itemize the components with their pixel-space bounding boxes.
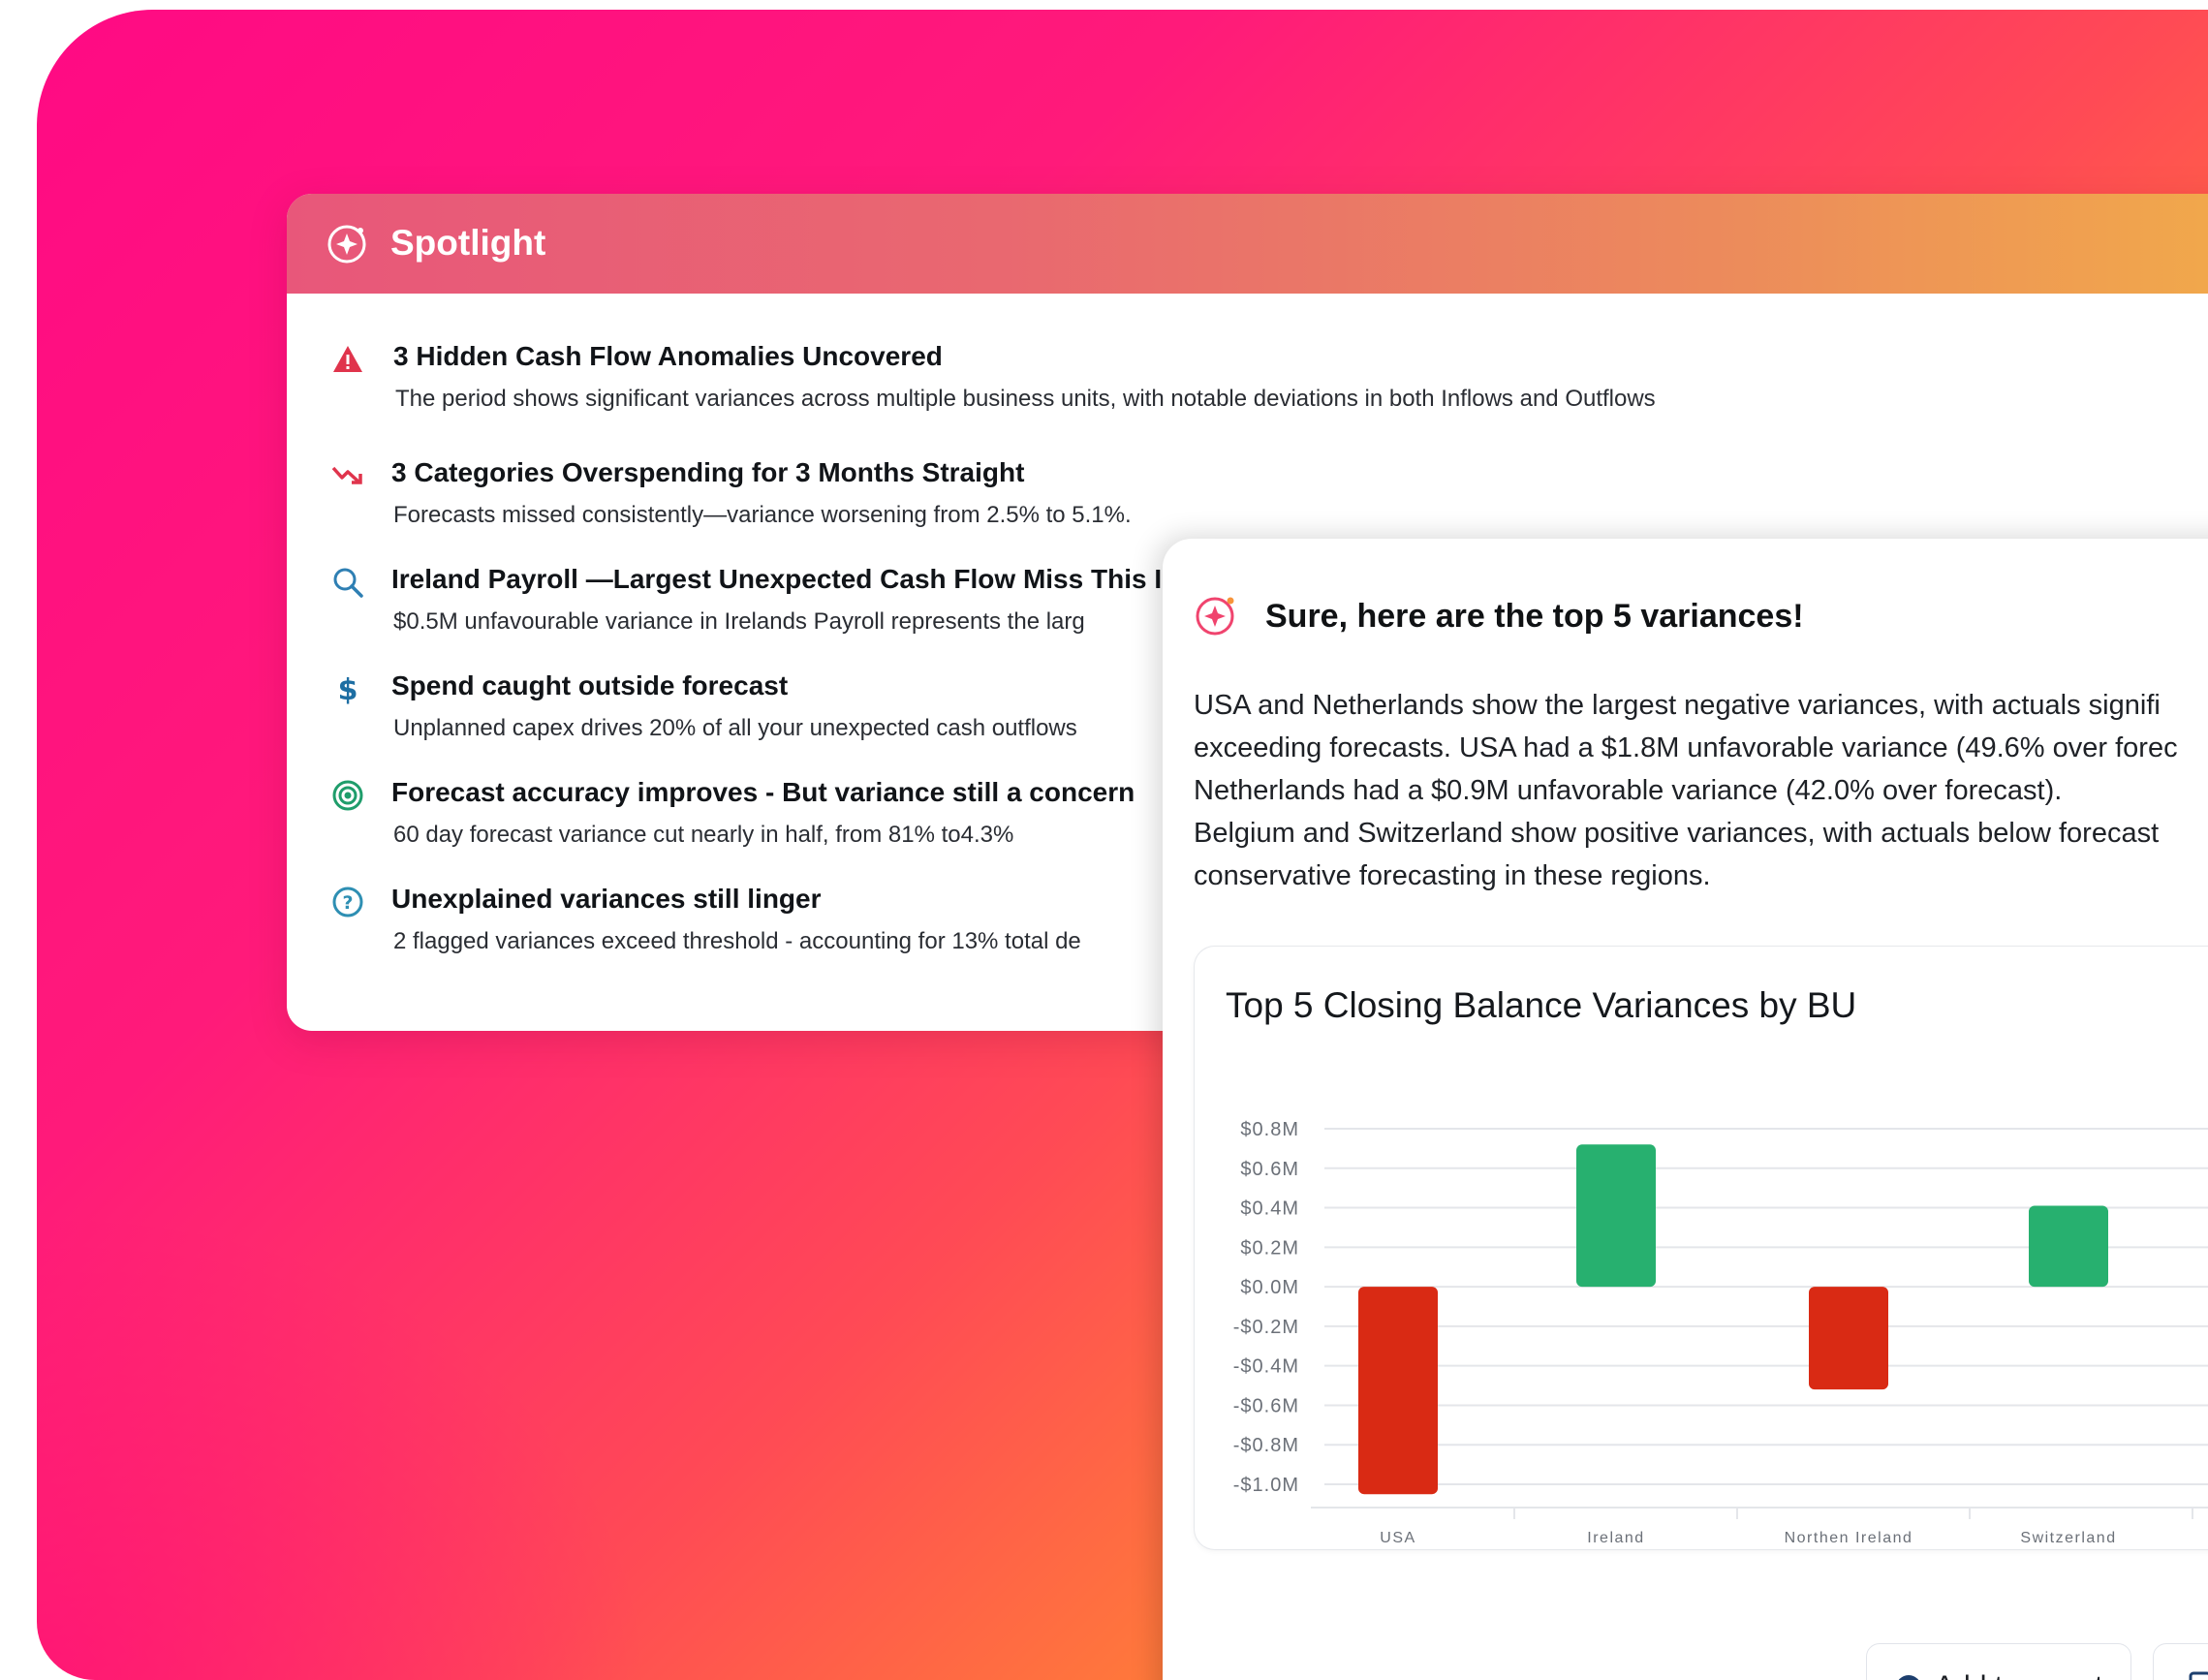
response-paragraph: USA and Netherlands show the largest neg… (1194, 684, 2208, 897)
variance-chart-card: Top 5 Closing Balance Variances by BU $0… (1194, 946, 2208, 1550)
spotlight-title: Spotlight (390, 223, 546, 263)
trend-down-icon (331, 466, 362, 484)
spotlight-header: Spotlight (287, 194, 2208, 294)
insight-title: Ireland Payroll —Largest Unexpected Cash… (391, 564, 1163, 594)
insight-description: Unplanned capex drives 20% of all your u… (393, 715, 1077, 741)
sparkle-compass-icon (327, 225, 366, 264)
add-to-report-label: Add to report (1935, 1667, 2102, 1680)
bar-usa (1358, 1287, 1438, 1495)
insight-title: 3 Hidden Cash Flow Anomalies Uncovered (393, 341, 943, 371)
insight-description: 60 day forecast variance cut nearly in h… (393, 822, 1014, 848)
x-tick-label: USA (1380, 1530, 1415, 1546)
sparkle-compass-icon (1196, 597, 1234, 636)
plus-circle-icon (1898, 1675, 1919, 1680)
insight-title: Forecast accuracy improves - But varianc… (391, 777, 1135, 807)
question-circle-icon: ? (332, 887, 363, 918)
variance-bar-chart: $0.8M $0.6M $0.4M $0.2M $0.0M -$0.2M -$0.4M -$0… (1233, 1119, 2208, 1546)
response-title: Sure, here are the top 5 variances! (1265, 598, 1804, 635)
insight-title: Spend caught outside forecast (391, 670, 789, 700)
bar-northen-ireland (1809, 1287, 1888, 1390)
insight-item[interactable]: 3 Hidden Cash Flow Anomalies Uncovered T… (287, 337, 2208, 434)
insight-title: Unexplained variances still linger (391, 884, 822, 914)
copy-button[interactable] (2153, 1643, 2208, 1680)
bar-ireland (1576, 1144, 1656, 1288)
response-line: exceeding forecasts. USA had a $1.8M unf… (1194, 732, 2178, 763)
search-icon (333, 568, 363, 598)
y-tick-label: -$0.2M (1233, 1317, 1299, 1338)
y-tick-label: -$0.6M (1233, 1395, 1299, 1416)
insight-description: The period shows significant variances a… (395, 386, 1656, 412)
y-tick-label: $0.8M (1240, 1119, 1299, 1140)
add-to-report-button[interactable]: Add to report (1866, 1643, 2131, 1680)
x-tick-label: Ireland (1587, 1530, 1644, 1546)
copy-icon (2189, 1671, 2208, 1680)
response-line: USA and Netherlands show the largest neg… (1194, 690, 2161, 721)
svg-text:?: ? (342, 892, 353, 914)
y-tick-label: $0.4M (1240, 1198, 1299, 1220)
svg-text:$: $ (338, 673, 358, 706)
response-line: conservative forecasting in these region… (1194, 860, 1711, 891)
insight-description: Forecasts missed consistently—variance w… (393, 502, 1132, 528)
y-tick-label: $0.0M (1240, 1277, 1299, 1298)
x-tick-label: Northen Ireland (1785, 1530, 1913, 1546)
response-line: Netherlands had a $0.9M unfavorable vari… (1194, 775, 2063, 806)
y-tick-label: $0.2M (1240, 1237, 1299, 1259)
response-line: Belgium and Switzerland show positive va… (1194, 818, 2160, 849)
dollar-icon: $ (338, 673, 358, 706)
y-tick-label: -$0.8M (1233, 1435, 1299, 1456)
gradient-background: Spotlight 3 Hidden Cash Flow Anomalies U… (37, 10, 2208, 1680)
insight-item[interactable]: 3 Categories Overspending for 3 Months S… (287, 453, 2208, 550)
warning-triangle-icon (333, 346, 362, 372)
y-tick-label: -$1.0M (1233, 1475, 1299, 1496)
insight-description: $0.5M unfavourable variance in Irelands … (393, 608, 1085, 635)
y-tick-label: -$0.4M (1233, 1356, 1299, 1378)
insight-title: 3 Categories Overspending for 3 Months S… (391, 457, 1025, 487)
assistant-response-panel: Sure, here are the top 5 variances! USA … (1163, 539, 2208, 1680)
insight-description: 2 flagged variances exceed threshold - a… (393, 928, 1081, 954)
target-icon (332, 780, 363, 811)
x-tick-label: Switzerland (2020, 1530, 2116, 1546)
y-tick-label: $0.6M (1240, 1159, 1299, 1180)
bar-switzerland (2029, 1205, 2108, 1288)
